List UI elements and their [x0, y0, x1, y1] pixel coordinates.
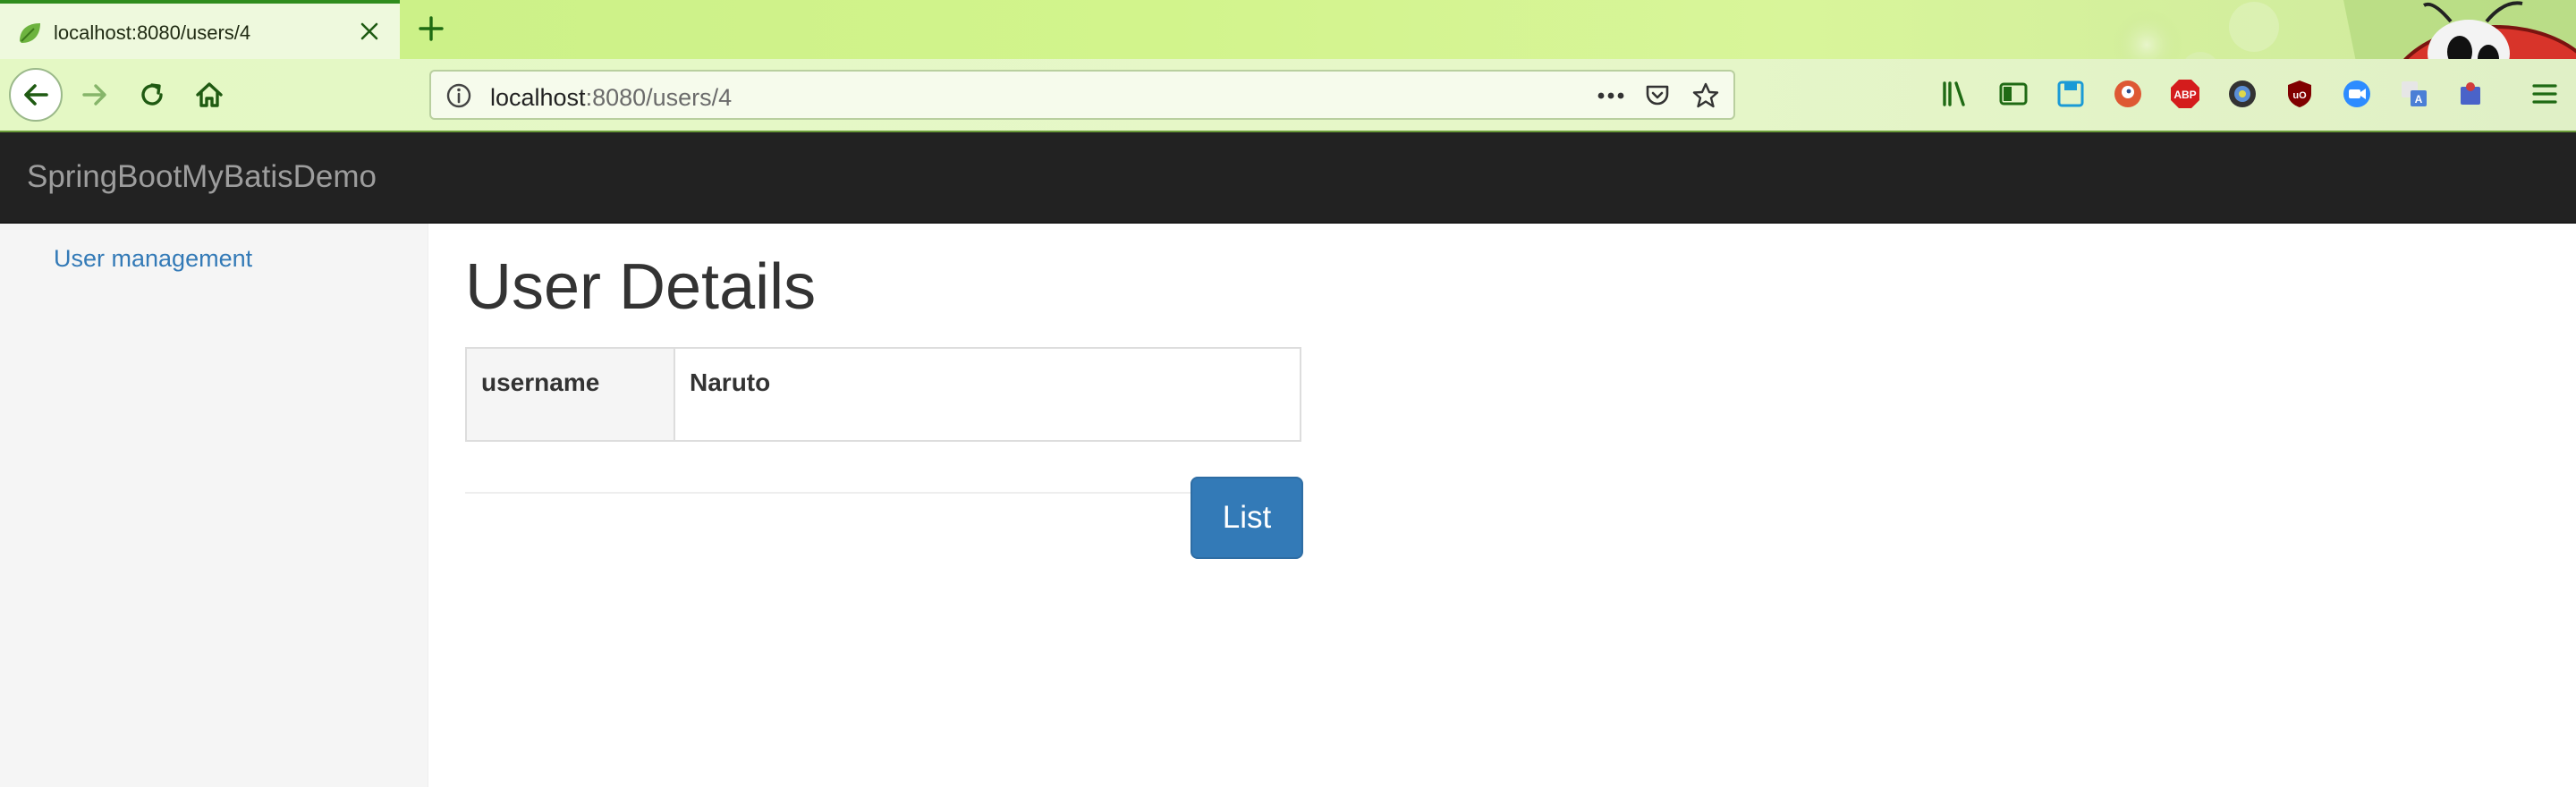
back-arrow-icon[interactable] [9, 68, 63, 122]
zoom-icon[interactable] [2338, 75, 2376, 113]
tab-title: localhost:8080/users/4 [54, 21, 251, 44]
url-host: localhost [490, 84, 586, 111]
bookmark-star-icon[interactable] [1690, 80, 1721, 111]
new-tab-icon[interactable] [413, 11, 449, 47]
forward-arrow-icon[interactable] [70, 70, 120, 120]
sidebar: User management [0, 224, 428, 787]
translate-icon[interactable]: A [2395, 75, 2433, 113]
ublock-icon[interactable]: uO [2281, 75, 2318, 113]
save-icon[interactable] [2052, 75, 2089, 113]
page-title: User Details [465, 251, 817, 323]
reload-icon[interactable] [127, 70, 177, 120]
pocket-icon[interactable] [1642, 80, 1673, 111]
brand-link[interactable]: SpringBootMyBatisDemo [27, 159, 377, 195]
puzzle-extension-icon[interactable] [2453, 75, 2490, 113]
table-row-value-cell: Naruto [675, 349, 1300, 440]
user-details-table: username Naruto [465, 347, 1301, 442]
list-button[interactable]: List [1191, 477, 1303, 559]
sidebar-item-user-management[interactable]: User management [54, 245, 252, 273]
url-path: :8080/users/4 [585, 84, 733, 111]
adblock-icon[interactable]: ABP [2166, 75, 2204, 113]
leaf-favicon-icon [16, 20, 43, 51]
browser-toolbar: localhost:8080/users/4 ABP uO A [0, 59, 2576, 132]
username-label: username [481, 368, 600, 396]
table-row-label-cell: username [467, 349, 675, 440]
svg-text:A: A [2415, 93, 2423, 106]
url-text[interactable]: localhost:8080/users/4 [490, 84, 732, 112]
site-info-icon[interactable] [445, 82, 472, 114]
sidebar-icon[interactable] [1995, 75, 2032, 113]
menu-icon[interactable] [2526, 75, 2563, 113]
svg-text:ABP: ABP [2174, 89, 2196, 101]
tab-strip: localhost:8080/users/4 [0, 0, 2576, 59]
app-navbar: SpringBootMyBatisDemo [0, 132, 2576, 224]
address-bar[interactable]: localhost:8080/users/4 [429, 70, 1735, 120]
library-icon[interactable] [1937, 75, 1975, 113]
divider [465, 492, 1301, 494]
username-value: Naruto [690, 368, 771, 396]
svg-text:uO: uO [2292, 90, 2307, 101]
duckduckgo-icon[interactable] [2109, 75, 2147, 113]
browser-tab[interactable]: localhost:8080/users/4 [0, 0, 400, 59]
more-actions-icon[interactable] [1596, 80, 1626, 111]
close-tab-icon[interactable] [354, 16, 385, 47]
home-icon[interactable] [184, 70, 234, 120]
extension-icon[interactable] [2224, 75, 2261, 113]
